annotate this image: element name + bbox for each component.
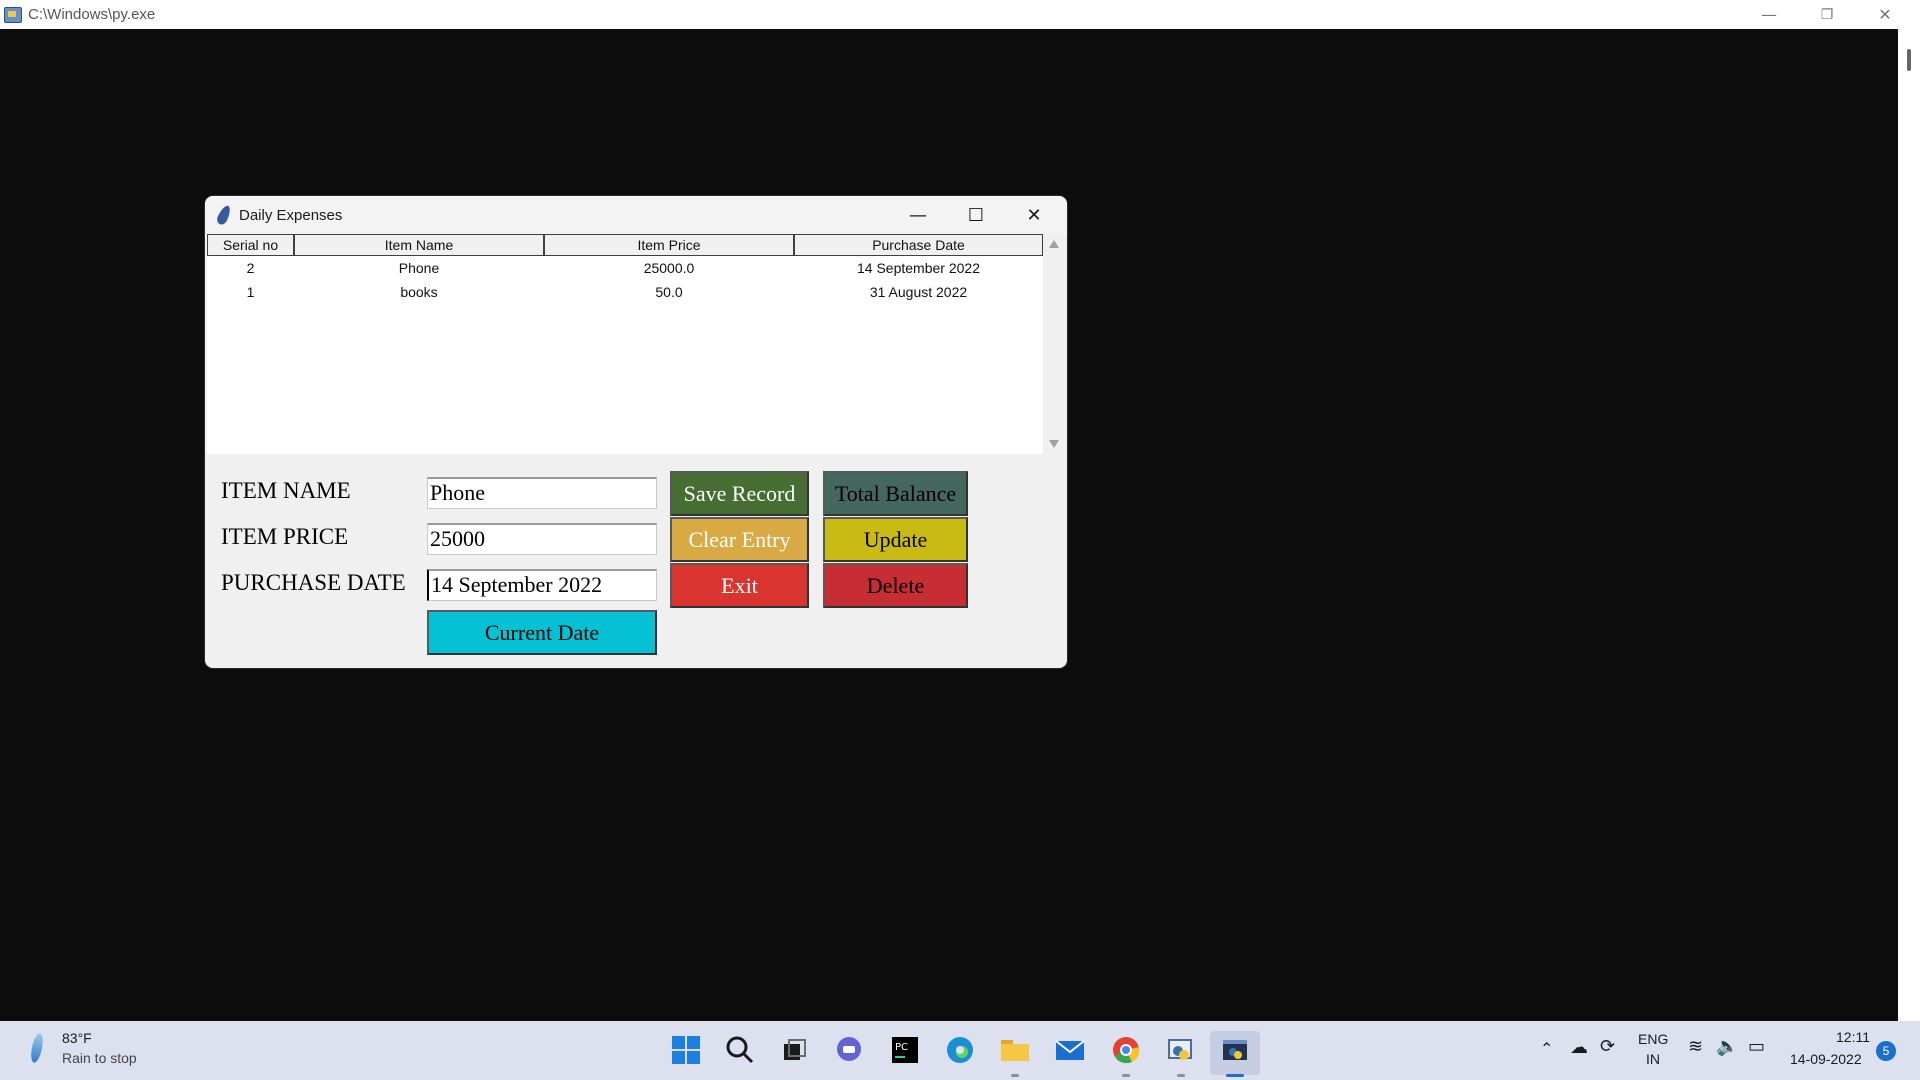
cell-purchase-date: 31 August 2022 bbox=[869, 284, 968, 300]
console-scrollbar[interactable] bbox=[1898, 29, 1920, 1021]
pycharm-icon[interactable]: PC bbox=[887, 1032, 923, 1068]
purchase-date-label: PURCHASE DATE bbox=[221, 570, 406, 595]
item-name-label: ITEM NAME bbox=[221, 478, 351, 503]
volume-icon[interactable]: 🔈 bbox=[1716, 1036, 1738, 1057]
file-explorer-icon[interactable] bbox=[997, 1032, 1033, 1068]
clock-date[interactable]: 14-09-2022 bbox=[1790, 1051, 1862, 1067]
active-app-indicator bbox=[1226, 1074, 1244, 1077]
console-title: C:\Windows\py.exe bbox=[28, 6, 156, 23]
explorer-running-indicator bbox=[1011, 1074, 1019, 1077]
column-header-item-price[interactable]: Item Price bbox=[544, 234, 794, 256]
item-price-input[interactable]: 25000 bbox=[427, 523, 657, 555]
notification-badge[interactable]: 5 bbox=[1876, 1041, 1896, 1061]
table-row[interactable]: 2 Phone 25000.0 14 September 2022 bbox=[207, 256, 1043, 280]
daily-expenses-window: Daily Expenses — ☐ ✕ Serial no Item Name… bbox=[205, 196, 1067, 668]
cell-item-price: 25000.0 bbox=[643, 260, 695, 276]
column-header-purchase-date[interactable]: Purchase Date bbox=[794, 234, 1043, 256]
table-header: Serial no Item Name Item Price Purchase … bbox=[207, 234, 1043, 256]
search-icon[interactable] bbox=[722, 1032, 758, 1068]
scroll-down-arrow-icon[interactable] bbox=[1049, 440, 1059, 448]
task-view-icon[interactable] bbox=[776, 1032, 812, 1068]
app-titlebar: Daily Expenses — ☐ ✕ bbox=[205, 196, 1067, 234]
column-header-serial[interactable]: Serial no bbox=[207, 234, 294, 256]
taskbar: 83°F Rain to stop PC ⌃ ☁ ⟳ ENG IN ≋ 🔈 ▭ … bbox=[0, 1021, 1920, 1080]
scroll-up-arrow-icon[interactable] bbox=[1049, 240, 1059, 248]
cell-item-name: books bbox=[400, 284, 438, 300]
chrome-running-indicator bbox=[1122, 1074, 1130, 1077]
mail-icon[interactable] bbox=[1052, 1032, 1088, 1068]
wifi-icon[interactable]: ≋ bbox=[1688, 1036, 1703, 1057]
chat-icon[interactable] bbox=[831, 1032, 867, 1068]
item-price-label: ITEM PRICE bbox=[221, 524, 349, 549]
app-close-button[interactable]: ✕ bbox=[1005, 196, 1063, 234]
table-scrollbar[interactable] bbox=[1045, 234, 1063, 454]
expenses-table[interactable]: Serial no Item Name Item Price Purchase … bbox=[207, 234, 1043, 454]
python-launcher-icon[interactable] bbox=[1217, 1032, 1253, 1068]
cell-item-price: 50.0 bbox=[655, 284, 683, 300]
total-balance-button[interactable]: Total Balance bbox=[823, 471, 968, 516]
language-indicator[interactable]: ENG bbox=[1638, 1031, 1668, 1047]
cell-serial: 2 bbox=[246, 260, 255, 276]
tk-feather-icon bbox=[215, 203, 233, 227]
console-scrollbar-thumb[interactable] bbox=[1907, 49, 1911, 71]
python-idle-icon[interactable] bbox=[1163, 1032, 1199, 1068]
battery-icon[interactable]: ▭ bbox=[1748, 1036, 1765, 1057]
edge-icon[interactable] bbox=[942, 1032, 978, 1068]
item-name-input[interactable]: Phone bbox=[427, 477, 657, 509]
delete-button[interactable]: Delete bbox=[823, 563, 968, 608]
windows-start-icon[interactable] bbox=[668, 1032, 704, 1068]
app-minimize-button[interactable]: — bbox=[889, 196, 947, 234]
region-indicator[interactable]: IN bbox=[1646, 1051, 1660, 1067]
purchase-date-input[interactable]: 14 September 2022 bbox=[427, 569, 657, 601]
onedrive-cloud-icon[interactable]: ☁ bbox=[1570, 1037, 1588, 1058]
console-restore-button[interactable]: ❐ bbox=[1798, 0, 1856, 29]
current-date-button[interactable]: Current Date bbox=[427, 610, 657, 655]
app-maximize-button[interactable]: ☐ bbox=[947, 196, 1005, 234]
cell-item-name: Phone bbox=[398, 260, 440, 276]
cell-purchase-date: 14 September 2022 bbox=[857, 260, 980, 276]
console-minimize-button[interactable]: — bbox=[1740, 0, 1798, 29]
update-button[interactable]: Update bbox=[823, 517, 968, 562]
table-row[interactable]: 1 books 50.0 31 August 2022 bbox=[207, 280, 1043, 304]
chrome-icon[interactable] bbox=[1108, 1032, 1144, 1068]
clock-time[interactable]: 12:11 bbox=[1836, 1029, 1870, 1045]
weather-temperature[interactable]: 83°F bbox=[62, 1030, 92, 1046]
save-record-button[interactable]: Save Record bbox=[670, 471, 809, 516]
app-title: Daily Expenses bbox=[239, 206, 343, 224]
python-console-icon bbox=[4, 6, 22, 23]
idle-running-indicator bbox=[1177, 1074, 1185, 1077]
weather-rain-icon[interactable] bbox=[28, 1032, 46, 1064]
console-close-button[interactable]: ✕ bbox=[1856, 0, 1914, 29]
column-header-item-name[interactable]: Item Name bbox=[294, 234, 544, 256]
show-hidden-icons-chevron-icon[interactable]: ⌃ bbox=[1540, 1039, 1553, 1059]
weather-description[interactable]: Rain to stop bbox=[62, 1050, 137, 1066]
exit-button[interactable]: Exit bbox=[670, 563, 809, 608]
clear-entry-button[interactable]: Clear Entry bbox=[670, 517, 809, 562]
console-titlebar: C:\Windows\py.exe — ❐ ✕ bbox=[0, 0, 1920, 29]
svg-text:PC: PC bbox=[895, 1042, 908, 1053]
cell-serial: 1 bbox=[246, 284, 255, 300]
sync-icon[interactable]: ⟳ bbox=[1600, 1036, 1615, 1057]
